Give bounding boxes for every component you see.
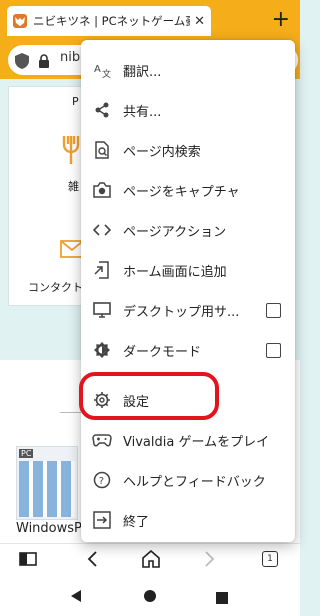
menu-item-dark-mode[interactable]: ダークモード xyxy=(81,330,295,370)
menu-item-desktop-site[interactable]: デスクトップ用サ... xyxy=(81,290,295,330)
url-text: nib xyxy=(60,50,81,65)
menu-item-page-actions[interactable]: ページアクション xyxy=(81,210,295,250)
svg-text:A: A xyxy=(94,64,101,75)
overflow-menu: A文 翻訳... 共有... ページ内検索 ページをキャプチャ ページアクション… xyxy=(81,40,295,542)
fork-icon xyxy=(62,136,80,168)
back-icon[interactable] xyxy=(80,544,104,574)
exit-icon xyxy=(92,510,112,530)
help-icon: ? xyxy=(92,470,112,490)
menu-item-label: ページアクション xyxy=(123,224,227,240)
category-label-zatsu: 雑 xyxy=(68,180,79,193)
menu-item-add-to-home[interactable]: ホーム画面に追加 xyxy=(81,250,295,290)
menu-item-label: 共有... xyxy=(123,104,162,120)
find-in-page-icon xyxy=(92,140,112,160)
system-recents-icon[interactable] xyxy=(216,589,228,608)
menu-item-label: デスクトップ用サ... xyxy=(123,304,240,320)
translate-icon: A文 xyxy=(92,60,112,80)
menu-item-label: ホーム画面に追加 xyxy=(123,264,227,280)
menu-item-label: Vivaldia ゲームをプレイ xyxy=(123,434,270,450)
desktop-site-checkbox[interactable] xyxy=(266,302,281,318)
system-nav-bar xyxy=(0,574,300,616)
menu-item-share[interactable]: 共有... xyxy=(81,90,295,130)
lock-icon xyxy=(38,53,50,72)
svg-text:?: ? xyxy=(99,476,104,487)
menu-item-capture-page[interactable]: ページをキャプチャ xyxy=(81,170,295,210)
menu-item-find-in-page[interactable]: ページ内検索 xyxy=(81,130,295,170)
code-icon xyxy=(92,220,112,240)
menu-item-label: ダークモード xyxy=(123,344,202,360)
menu-item-label: ページ内検索 xyxy=(123,144,201,160)
dark-mode-icon xyxy=(92,340,112,360)
system-back-icon[interactable] xyxy=(70,588,82,607)
tab-bar: ニビキツネ | PCネットゲーム豪 ✕ + xyxy=(0,0,300,41)
close-tab-icon[interactable]: ✕ xyxy=(194,14,205,29)
contact-label: コンタクト xyxy=(28,281,83,294)
thumbnail-image xyxy=(19,461,75,517)
menu-item-exit[interactable]: 終了 xyxy=(81,500,295,540)
menu-item-label: ヘルプとフィードバック xyxy=(123,474,266,490)
desktop-icon xyxy=(92,300,112,320)
tab-title: ニビキツネ | PCネットゲーム豪 xyxy=(33,14,191,28)
camera-icon xyxy=(92,180,112,200)
share-icon xyxy=(92,100,112,120)
article-thumbnail[interactable]: PC xyxy=(16,446,78,520)
category-label-p: P xyxy=(72,95,79,108)
tab-count-badge: 1 xyxy=(262,551,278,567)
tab-switcher-button[interactable]: 1 xyxy=(258,544,282,574)
settings-highlight-annotation xyxy=(79,372,219,420)
bottom-toolbar: 1 xyxy=(0,543,300,574)
menu-item-help-feedback[interactable]: ? ヘルプとフィードバック xyxy=(81,460,295,500)
shield-icon[interactable] xyxy=(14,52,30,74)
menu-item-translate[interactable]: A文 翻訳... xyxy=(81,50,295,90)
menu-item-label: 終了 xyxy=(123,514,150,530)
site-favicon-icon xyxy=(13,14,27,28)
svg-text:文: 文 xyxy=(102,68,111,79)
pc-badge: PC xyxy=(19,449,34,458)
forward-icon[interactable] xyxy=(198,544,222,574)
menu-item-label: 翻訳... xyxy=(123,64,162,80)
system-home-icon[interactable] xyxy=(143,588,157,607)
new-tab-button[interactable]: + xyxy=(272,8,290,32)
home-icon[interactable] xyxy=(138,544,164,574)
active-tab[interactable]: ニビキツネ | PCネットゲーム豪 ✕ xyxy=(7,6,211,36)
dark-mode-checkbox[interactable] xyxy=(266,342,281,358)
article-title[interactable]: WindowsP xyxy=(16,521,82,536)
menu-item-play-game[interactable]: Vivaldia ゲームをプレイ xyxy=(81,420,295,460)
menu-item-label: ページをキャプチャ xyxy=(123,184,240,200)
panel-toggle-icon[interactable] xyxy=(16,544,40,574)
add-to-home-icon xyxy=(92,260,112,280)
gamepad-icon xyxy=(92,430,112,450)
